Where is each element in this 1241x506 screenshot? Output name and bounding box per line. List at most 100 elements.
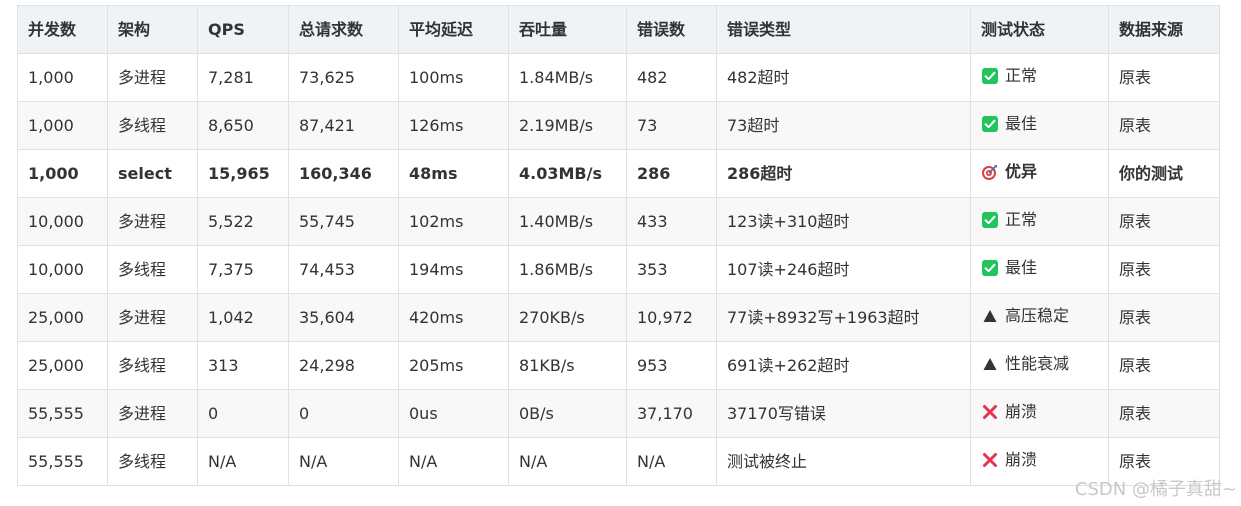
status-label: 优异 xyxy=(1005,161,1038,181)
table-row: 55,555 多进程 0 0 0us 0B/s 37,170 37170写错误 崩溃 原表 xyxy=(17,389,1220,438)
cell-data-source: 原表 xyxy=(1108,389,1220,438)
table-row: 25,000 多进程 1,042 35,604 420ms 270KB/s 10,972 77… xyxy=(17,293,1220,342)
cell-throughput: 4.03MB/s xyxy=(508,149,627,198)
cell-avg-latency: 102ms xyxy=(398,197,509,246)
status-badge: 最佳 xyxy=(981,258,1037,278)
status-badge: 优异 xyxy=(981,162,1037,182)
cell-total-requests: 160,346 xyxy=(288,149,399,198)
warning-triangle-icon xyxy=(981,307,999,325)
status-badge: 性能衰减 xyxy=(981,354,1069,374)
cell-concurrency: 1,000 xyxy=(17,53,108,102)
table-header-row: 并发数 架构 QPS 总请求数 平均延迟 吞吐量 错误数 错误类型 测试状态 数… xyxy=(17,5,1220,54)
status-label: 崩溃 xyxy=(1005,449,1038,469)
cell-total-requests: 73,625 xyxy=(288,53,399,102)
cell-qps: 0 xyxy=(197,389,289,438)
header-qps: QPS xyxy=(197,5,289,54)
cell-total-requests: 55,745 xyxy=(288,197,399,246)
cell-error-count: 10,972 xyxy=(626,293,717,342)
cell-throughput: 270KB/s xyxy=(508,293,627,342)
cell-data-source: 原表 xyxy=(1108,53,1220,102)
cell-test-status: 高压稳定 xyxy=(970,293,1109,342)
cell-test-status: 性能衰减 xyxy=(970,341,1109,390)
cell-data-source: 原表 xyxy=(1108,293,1220,342)
cell-test-status: 正常 xyxy=(970,53,1109,102)
watermark: CSDN @橘子真甜~ xyxy=(1074,479,1237,500)
cell-qps: N/A xyxy=(197,437,289,486)
status-label: 正常 xyxy=(1005,209,1038,229)
status-badge: 高压稳定 xyxy=(981,306,1069,326)
table-row: 55,555 多线程 N/A N/A N/A N/A N/A 测试被终止 崩溃 原表 xyxy=(17,437,1220,486)
status-label: 高压稳定 xyxy=(1005,305,1070,325)
cell-architecture: 多进程 xyxy=(107,197,198,246)
cell-avg-latency: 48ms xyxy=(398,149,509,198)
status-badge: 崩溃 xyxy=(981,450,1037,470)
table-row: 25,000 多线程 313 24,298 205ms 81KB/s 953 691读+262… xyxy=(17,341,1220,390)
cell-concurrency: 10,000 xyxy=(17,197,108,246)
cell-concurrency: 55,555 xyxy=(17,389,108,438)
cell-architecture: 多进程 xyxy=(107,293,198,342)
table-row: 10,000 多线程 7,375 74,453 194ms 1.86MB/s 353 107读… xyxy=(17,245,1220,294)
header-error-type: 错误类型 xyxy=(716,5,971,54)
cell-error-type: 107读+246超时 xyxy=(716,245,971,294)
cell-error-count: 73 xyxy=(626,101,717,150)
cell-architecture: 多线程 xyxy=(107,341,198,390)
cell-error-count: 433 xyxy=(626,197,717,246)
cell-total-requests: N/A xyxy=(288,437,399,486)
cell-error-type: 691读+262超时 xyxy=(716,341,971,390)
cell-error-type: 73超时 xyxy=(716,101,971,150)
cell-architecture: 多线程 xyxy=(107,245,198,294)
cell-test-status: 正常 xyxy=(970,197,1109,246)
cell-error-type: 77读+8932写+1963超时 xyxy=(716,293,971,342)
cell-test-status: 优异 xyxy=(970,149,1109,198)
cell-error-type: 123读+310超时 xyxy=(716,197,971,246)
cell-qps: 313 xyxy=(197,341,289,390)
cell-avg-latency: N/A xyxy=(398,437,509,486)
header-architecture: 架构 xyxy=(107,5,198,54)
status-label: 崩溃 xyxy=(1005,401,1038,421)
cell-error-count: 37,170 xyxy=(626,389,717,438)
cell-avg-latency: 100ms xyxy=(398,53,509,102)
header-error-count: 错误数 xyxy=(626,5,717,54)
cell-throughput: 1.86MB/s xyxy=(508,245,627,294)
table-row: 1,000 多进程 7,281 73,625 100ms 1.84MB/s 482 482超时… xyxy=(17,53,1220,102)
cell-architecture: 多线程 xyxy=(107,101,198,150)
cell-data-source: 原表 xyxy=(1108,341,1220,390)
cell-qps: 1,042 xyxy=(197,293,289,342)
cell-concurrency: 1,000 xyxy=(17,149,108,198)
status-badge: 正常 xyxy=(981,210,1037,230)
cell-error-type: 482超时 xyxy=(716,53,971,102)
cell-architecture: 多进程 xyxy=(107,53,198,102)
status-badge: 崩溃 xyxy=(981,402,1037,422)
cell-qps: 15,965 xyxy=(197,149,289,198)
cell-throughput: 1.40MB/s xyxy=(508,197,627,246)
cross-icon xyxy=(981,451,999,469)
cell-data-source: 原表 xyxy=(1108,101,1220,150)
cell-throughput: 2.19MB/s xyxy=(508,101,627,150)
results-table-container: 并发数 架构 QPS 总请求数 平均延迟 吞吐量 错误数 错误类型 测试状态 数… xyxy=(17,5,1220,486)
cell-architecture: select xyxy=(107,149,198,198)
table-row: 10,000 多进程 5,522 55,745 102ms 1.40MB/s 433 123读… xyxy=(17,197,1220,246)
cell-throughput: 81KB/s xyxy=(508,341,627,390)
cell-avg-latency: 420ms xyxy=(398,293,509,342)
cell-total-requests: 35,604 xyxy=(288,293,399,342)
cell-qps: 5,522 xyxy=(197,197,289,246)
cell-error-count: 353 xyxy=(626,245,717,294)
cell-concurrency: 25,000 xyxy=(17,341,108,390)
cell-data-source: 原表 xyxy=(1108,197,1220,246)
cell-throughput: N/A xyxy=(508,437,627,486)
status-label: 正常 xyxy=(1005,65,1038,85)
cell-qps: 7,281 xyxy=(197,53,289,102)
target-icon xyxy=(981,163,999,181)
cell-error-count: 482 xyxy=(626,53,717,102)
cross-icon xyxy=(981,403,999,421)
cell-concurrency: 10,000 xyxy=(17,245,108,294)
cell-concurrency: 1,000 xyxy=(17,101,108,150)
check-icon xyxy=(981,259,999,277)
cell-test-status: 最佳 xyxy=(970,245,1109,294)
cell-throughput: 1.84MB/s xyxy=(508,53,627,102)
cell-avg-latency: 205ms xyxy=(398,341,509,390)
cell-test-status: 崩溃 xyxy=(970,389,1109,438)
cell-total-requests: 87,421 xyxy=(288,101,399,150)
check-icon xyxy=(981,67,999,85)
cell-architecture: 多进程 xyxy=(107,389,198,438)
